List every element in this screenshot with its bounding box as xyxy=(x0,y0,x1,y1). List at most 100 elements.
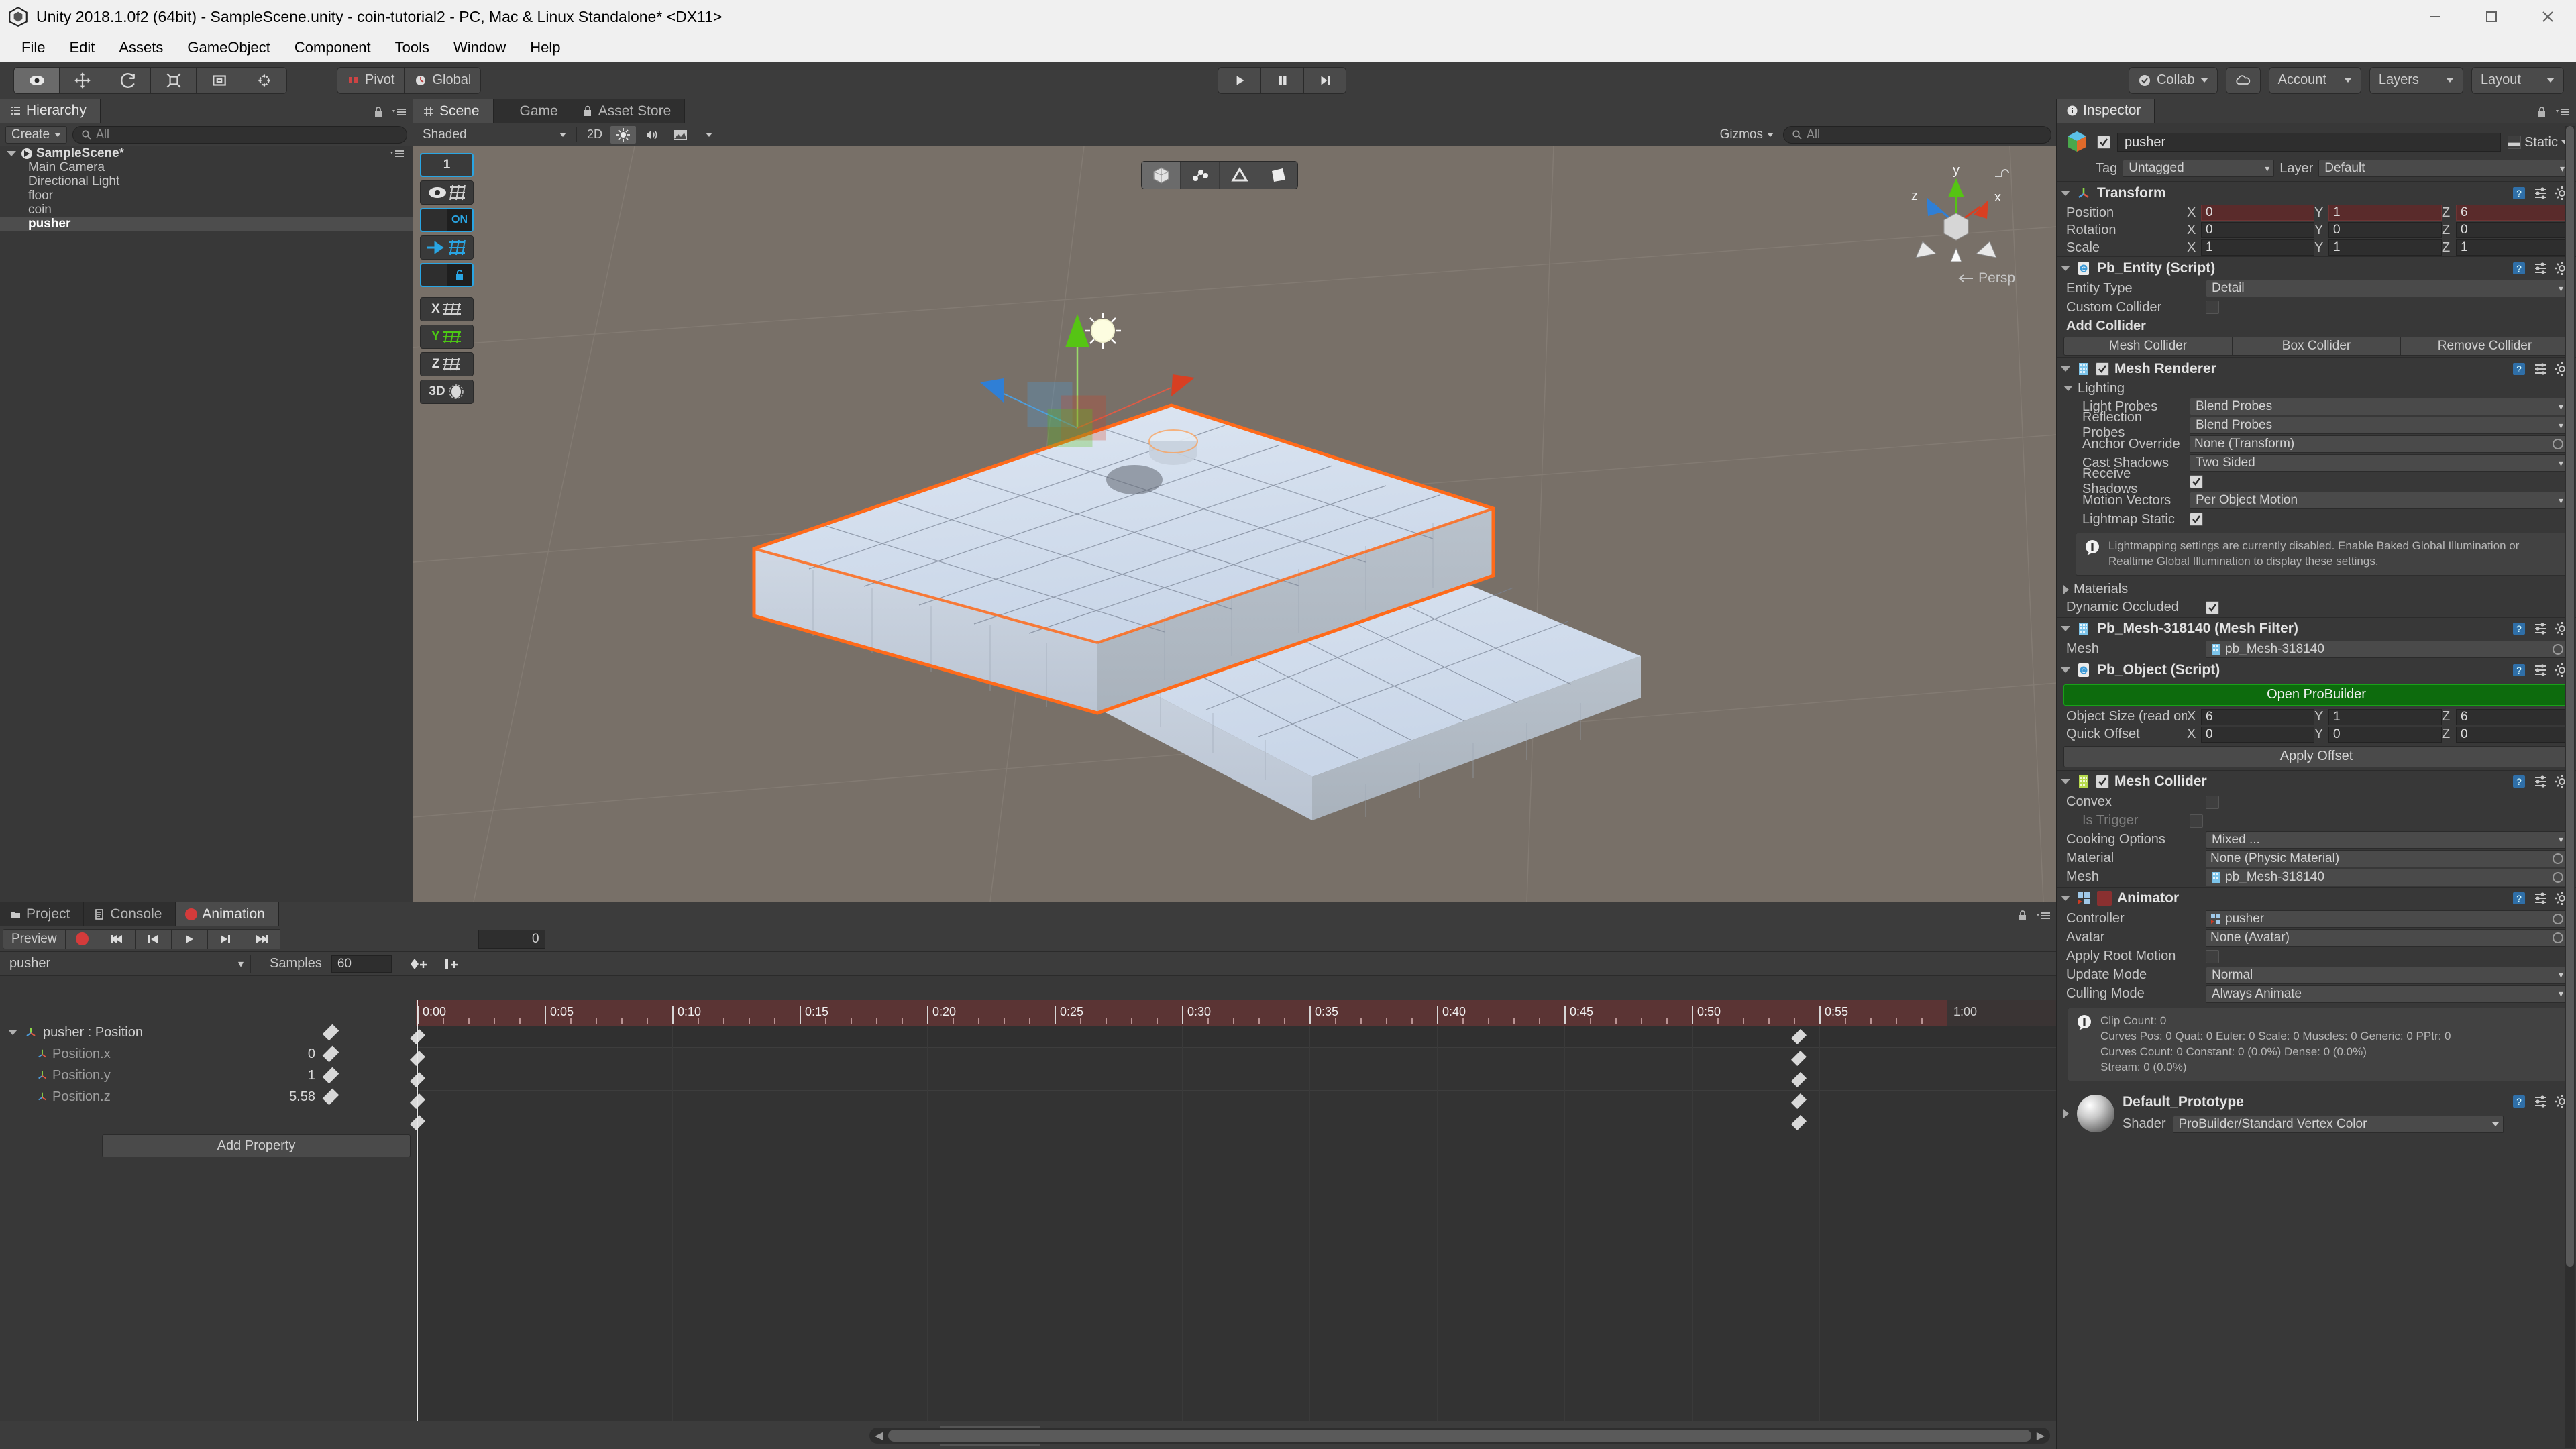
lock-icon[interactable] xyxy=(372,105,384,119)
collab-button[interactable]: Collab xyxy=(2128,66,2218,94)
play-button[interactable] xyxy=(1218,66,1260,94)
transform-tool-button[interactable] xyxy=(241,66,287,94)
dynamic-occluded-checkbox[interactable] xyxy=(2206,600,2219,614)
preset-icon[interactable] xyxy=(2533,774,2548,789)
help-icon[interactable]: ? xyxy=(2512,621,2526,636)
move-tool-button[interactable] xyxy=(59,66,105,94)
physic-material-objectfield[interactable]: None (Physic Material) xyxy=(2206,849,2568,867)
tab-hierarchy[interactable]: Hierarchy xyxy=(0,99,101,123)
effects-dropdown[interactable] xyxy=(696,126,722,144)
chevron-down-icon[interactable] xyxy=(2063,386,2073,391)
scale-x-input[interactable]: 1 xyxy=(2201,239,2314,256)
hierarchy-item-pusher[interactable]: pusher xyxy=(0,217,413,231)
toggle-audio-button[interactable] xyxy=(639,126,664,144)
pause-button[interactable] xyxy=(1260,66,1303,94)
custom-collider-checkbox[interactable] xyxy=(2206,301,2219,314)
help-icon[interactable]: ? xyxy=(2512,362,2526,376)
component-header-pb-entity[interactable]: C Pb_Entity (Script) ? xyxy=(2057,256,2576,279)
scale-z-input[interactable]: 1 xyxy=(2456,239,2569,256)
mesh-collider-button[interactable]: Mesh Collider xyxy=(2063,337,2232,356)
timeline-ruler[interactable]: 0:00 0:05 0:10 0:15 0:20 0:25 0:30 0:35 … xyxy=(416,1000,2057,1026)
pivot-button[interactable]: Pivot xyxy=(337,66,405,94)
object-picker-icon[interactable] xyxy=(2553,913,2563,924)
prev-keyframe-button[interactable] xyxy=(135,928,172,949)
tab-project[interactable]: Project xyxy=(0,902,85,926)
controller-objectfield[interactable]: pusher xyxy=(2206,910,2568,928)
materials-fold[interactable]: Materials xyxy=(2057,581,2576,598)
add-property-button[interactable]: Add Property xyxy=(102,1134,411,1157)
object-picker-icon[interactable] xyxy=(2553,439,2563,449)
hierarchy-item-directional-light[interactable]: Directional Light xyxy=(0,174,413,189)
property-keyframe-marker[interactable] xyxy=(322,1088,339,1106)
tab-animation[interactable]: Animation xyxy=(176,902,279,926)
box-collider-button[interactable]: Box Collider xyxy=(2232,337,2400,356)
scale-tool-button[interactable] xyxy=(150,66,196,94)
play-animation-button[interactable] xyxy=(171,928,208,949)
help-icon[interactable]: ? xyxy=(2512,663,2526,678)
clip-dropdown[interactable]: pusher ▾ xyxy=(3,954,251,973)
light-probes-dropdown[interactable]: Blend Probes ▾ xyxy=(2190,398,2568,415)
cloud-button[interactable] xyxy=(2225,66,2261,94)
avatar-objectfield[interactable]: None (Avatar) xyxy=(2206,928,2568,947)
chevron-down-icon[interactable] xyxy=(2061,265,2070,271)
help-icon[interactable]: ? xyxy=(2512,186,2526,201)
gameobject-enabled-checkbox[interactable] xyxy=(2097,136,2110,149)
quick-offset-z[interactable]: 0 xyxy=(2456,726,2569,743)
reflection-probes-dropdown[interactable]: Blend Probes ▾ xyxy=(2190,417,2568,434)
rotation-y-input[interactable]: 0 xyxy=(2328,222,2442,238)
preset-icon[interactable] xyxy=(2533,621,2548,636)
scale-y-input[interactable]: 1 xyxy=(2328,239,2442,256)
property-keyframe-marker[interactable] xyxy=(322,1067,339,1084)
gameobject-name-input[interactable]: pusher xyxy=(2117,133,2501,152)
entity-type-dropdown[interactable]: Detail ▾ xyxy=(2206,280,2568,297)
chevron-right-icon[interactable] xyxy=(2063,1108,2069,1118)
chevron-down-icon[interactable] xyxy=(2061,667,2070,674)
layer-dropdown[interactable]: Default ▾ xyxy=(2318,160,2569,177)
chevron-down-icon[interactable] xyxy=(2061,626,2070,632)
probuilder-object-mode-button[interactable] xyxy=(1142,162,1181,189)
quick-offset-x[interactable]: 0 xyxy=(2201,726,2314,743)
hand-tool-button[interactable] xyxy=(13,66,59,94)
property-keyframe-marker[interactable] xyxy=(322,1045,339,1063)
progrids-axis-z-button[interactable]: Z xyxy=(420,352,474,376)
lock-icon[interactable] xyxy=(2536,105,2548,119)
tab-scene[interactable]: Scene xyxy=(413,99,494,123)
preset-icon[interactable] xyxy=(2533,362,2548,376)
add-event-button[interactable] xyxy=(443,957,460,971)
toggle-2d-button[interactable]: 2D xyxy=(582,126,608,144)
lock-icon[interactable] xyxy=(2017,909,2029,922)
create-button[interactable]: Create xyxy=(5,125,68,144)
gizmo-search-input[interactable]: All xyxy=(1783,125,2051,144)
hierarchy-scene-root[interactable]: SampleScene* xyxy=(0,146,413,160)
keyframe-marker[interactable] xyxy=(1791,1072,1807,1087)
rect-tool-button[interactable] xyxy=(196,66,241,94)
cast-shadows-dropdown[interactable]: Two Sided ▾ xyxy=(2190,454,2568,472)
mesh-renderer-enabled-checkbox[interactable] xyxy=(2096,362,2109,376)
gizmos-dropdown[interactable]: Gizmos xyxy=(1715,126,1779,144)
scene-menu-icon[interactable] xyxy=(390,148,406,159)
progrids-snap-toggle[interactable]: ON xyxy=(420,208,474,232)
camera-projection-label[interactable]: Persp xyxy=(1957,270,2015,286)
panel-menu-icon[interactable] xyxy=(2035,910,2051,922)
menu-window[interactable]: Window xyxy=(441,34,518,62)
panel-menu-icon[interactable] xyxy=(391,106,407,118)
mesh-collider-enabled-checkbox[interactable] xyxy=(2096,775,2109,789)
panel-menu-icon[interactable] xyxy=(2555,106,2571,118)
progrids-axis-x-button[interactable]: X xyxy=(420,297,474,321)
layout-button[interactable]: Layout xyxy=(2471,66,2564,94)
group-keyframe-marker[interactable] xyxy=(322,1024,339,1041)
help-icon[interactable]: ? xyxy=(2512,891,2526,906)
property-group-row[interactable]: pusher : Position xyxy=(0,1022,416,1043)
cooking-options-dropdown[interactable]: Mixed ... ▾ xyxy=(2206,830,2568,849)
hierarchy-item-floor[interactable]: floor xyxy=(0,189,413,203)
collider-mesh-objectfield[interactable]: pb_Mesh-318140 xyxy=(2206,868,2568,886)
preview-button[interactable]: Preview xyxy=(3,928,66,949)
rotation-z-input[interactable]: 0 xyxy=(2456,222,2569,238)
tab-game[interactable]: Game xyxy=(493,99,572,123)
next-keyframe-button[interactable] xyxy=(207,928,244,949)
dopesheet-grid[interactable] xyxy=(410,1026,2057,1428)
chevron-down-icon[interactable] xyxy=(2061,190,2070,196)
motion-vectors-dropdown[interactable]: Per Object Motion ▾ xyxy=(2190,492,2568,509)
static-toggle[interactable]: ▬ Static xyxy=(2507,135,2569,150)
convex-checkbox[interactable] xyxy=(2206,795,2219,809)
